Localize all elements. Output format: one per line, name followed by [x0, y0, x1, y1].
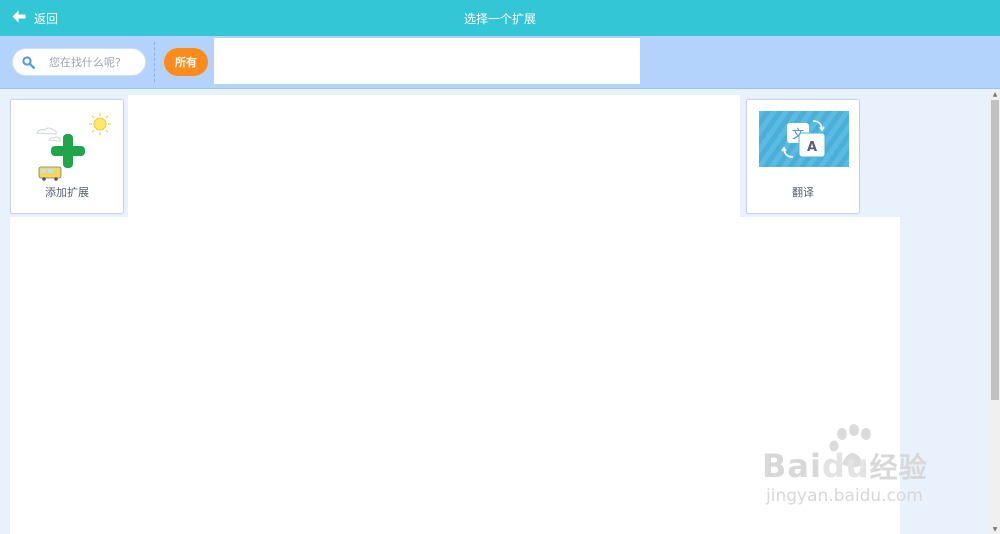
filter-blank-area [214, 38, 640, 84]
scroll-up-arrow-icon[interactable]: ▲ [990, 89, 1000, 99]
watermark-url: jingyan.baidu.com [766, 486, 923, 506]
scroll-down-arrow-icon[interactable]: ▼ [990, 524, 1000, 534]
header-bar: 返回 选择一个扩展 [0, 0, 1000, 36]
extension-card-label: 添加扩展 [45, 186, 89, 199]
baidu-watermark: Baidu经验 jingyan.baidu.com [762, 424, 972, 524]
vertical-scrollbar[interactable]: ▲ ▼ [990, 89, 1000, 534]
watermark-product: 经验 [869, 451, 928, 484]
scroll-thumb[interactable] [991, 100, 999, 400]
translate-icon: 文 A [759, 111, 849, 167]
filter-divider [154, 42, 155, 82]
page-title: 选择一个扩展 [463, 12, 536, 26]
extension-card-label: 翻译 [792, 186, 814, 199]
search-icon [13, 55, 43, 69]
extension-card-add[interactable]: 添加扩展 [10, 99, 124, 214]
search-input[interactable] [49, 55, 139, 69]
add-extension-icon [23, 111, 113, 181]
watermark-paw-text: du [821, 447, 870, 485]
tag-all-button[interactable]: 所有 [164, 48, 208, 76]
search-box[interactable] [12, 48, 146, 76]
blank-panel-top [128, 95, 740, 217]
watermark-brand: Bai [762, 447, 822, 485]
svg-text:A: A [807, 140, 817, 155]
extension-card-translate[interactable]: 文 A 翻译 [746, 99, 860, 214]
filter-bar: 所有 [0, 36, 1000, 89]
